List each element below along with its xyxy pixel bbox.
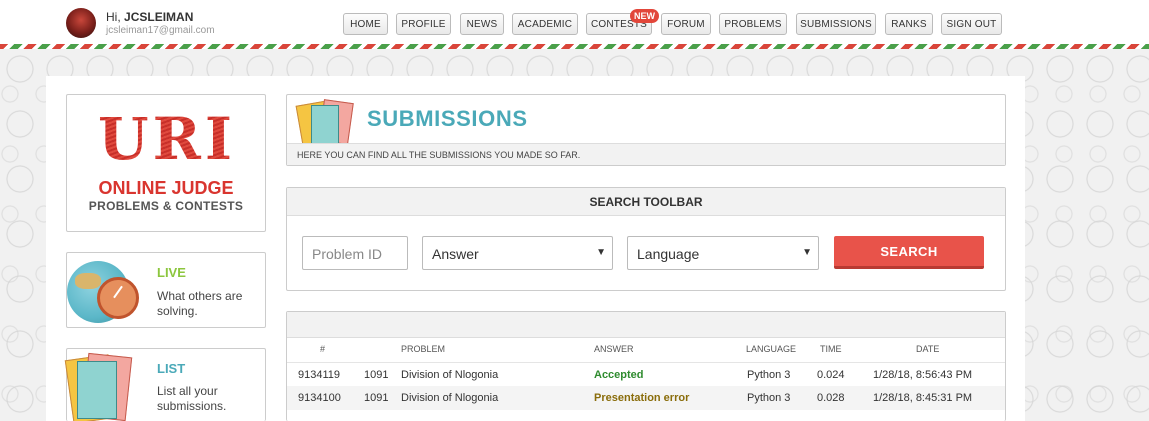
table-row[interactable]: 9134119 1091 Division of Nlogonia Accept… [287,362,1005,386]
live-description: What others are solving. [157,289,243,318]
nav-submissions[interactable]: SUBMISSIONS [796,13,876,35]
logo-title: URI [87,109,247,169]
problem-name[interactable]: Division of Nlogonia [401,392,498,404]
avatar[interactable] [66,8,96,38]
nav-home[interactable]: HOME [343,13,388,35]
page-header: SUBMISSIONS HERE YOU CAN FIND ALL THE SU… [286,94,1006,166]
live-card[interactable]: LIVE What others are solving. [66,252,266,328]
results-table: # PROBLEM ANSWER LANGUAGE TIME DATE 9134… [286,311,1006,421]
column-header-time: TIME [820,344,842,354]
page-title: SUBMISSIONS [367,106,528,131]
language-select-value: Language [637,246,700,262]
answer-select[interactable]: Answer ▼ [422,236,613,270]
run-time: 0.024 [817,369,845,381]
answer-status[interactable]: Accepted [594,369,644,381]
problem-id[interactable]: 1091 [364,369,388,381]
live-title: LIVE [157,265,186,280]
logo-subtitle: ONLINE JUDGE [98,178,234,198]
language-select[interactable]: Language ▼ [627,236,819,270]
nav-profile[interactable]: PROFILE [396,13,451,35]
submission-date: 1/28/18, 8:56:43 PM [873,369,973,381]
submission-date: 1/28/18, 8:45:31 PM [873,392,973,404]
submissions-icon [295,99,357,149]
results-table-top [287,312,1005,338]
nav-forum[interactable]: FORUM [661,13,711,35]
chevron-down-icon: ▼ [802,247,812,258]
page-subtitle: HERE YOU CAN FIND ALL THE SUBMISSIONS YO… [297,150,581,160]
column-header-answer: ANSWER [594,344,634,354]
search-button[interactable]: SEARCH [834,236,984,269]
clock-icon [97,277,139,319]
answer-select-value: Answer [432,246,479,262]
user-email: jcsleiman17@gmail.com [106,25,215,36]
user-greeting: Hi, JCSLEIMAN [106,10,193,24]
list-title: LIST [157,361,186,376]
column-header-id: # [320,344,326,354]
language: Python 3 [747,392,791,404]
username: JCSLEIMAN [124,10,194,24]
list-card[interactable]: LIST List all your submissions. [64,348,266,421]
nav-problems[interactable]: PROBLEMS [719,13,787,35]
column-header-problem: PROBLEM [401,344,446,354]
top-bar: Hi, JCSLEIMAN jcsleiman17@gmail.com HOME… [0,0,1149,44]
problem-id-placeholder: Problem ID [312,246,383,262]
nav-news[interactable]: NEWS [460,13,504,35]
nav-academic[interactable]: ACADEMIC [512,13,578,35]
problem-name[interactable]: Division of Nlogonia [401,369,498,381]
site-logo[interactable]: URI ONLINE JUDGE PROBLEMS & CONTESTS [66,94,266,232]
answer-status[interactable]: Presentation error [594,392,689,404]
chevron-down-icon: ▼ [596,247,606,258]
search-toolbar: SEARCH TOOLBAR Problem ID Answer ▼ Langu… [286,187,1006,291]
nav-ranks[interactable]: RANKS [885,13,933,35]
subtitle-bar: HERE YOU CAN FIND ALL THE SUBMISSIONS YO… [287,143,1005,165]
globe-land [75,273,101,289]
run-time: 0.028 [817,392,845,404]
list-description: List all your submissions. [157,384,227,413]
problem-id[interactable]: 1091 [364,392,388,404]
problem-id-input[interactable]: Problem ID [302,236,408,270]
nav-sign-out[interactable]: SIGN OUT [941,13,1002,35]
logo-tagline: PROBLEMS & CONTESTS [88,199,244,213]
table-row[interactable]: 9134100 1091 Division of Nlogonia Presen… [287,386,1005,410]
column-header-date: DATE [916,344,940,354]
column-header-language: LANGUAGE [746,344,797,354]
papers-icon [64,351,147,421]
new-badge: NEW [630,9,659,23]
search-toolbar-heading: SEARCH TOOLBAR [287,188,1005,216]
submission-id[interactable]: 9134100 [298,392,341,404]
greeting-prefix: Hi, [106,10,121,24]
submission-id[interactable]: 9134119 [298,369,340,381]
language: Python 3 [747,369,791,381]
